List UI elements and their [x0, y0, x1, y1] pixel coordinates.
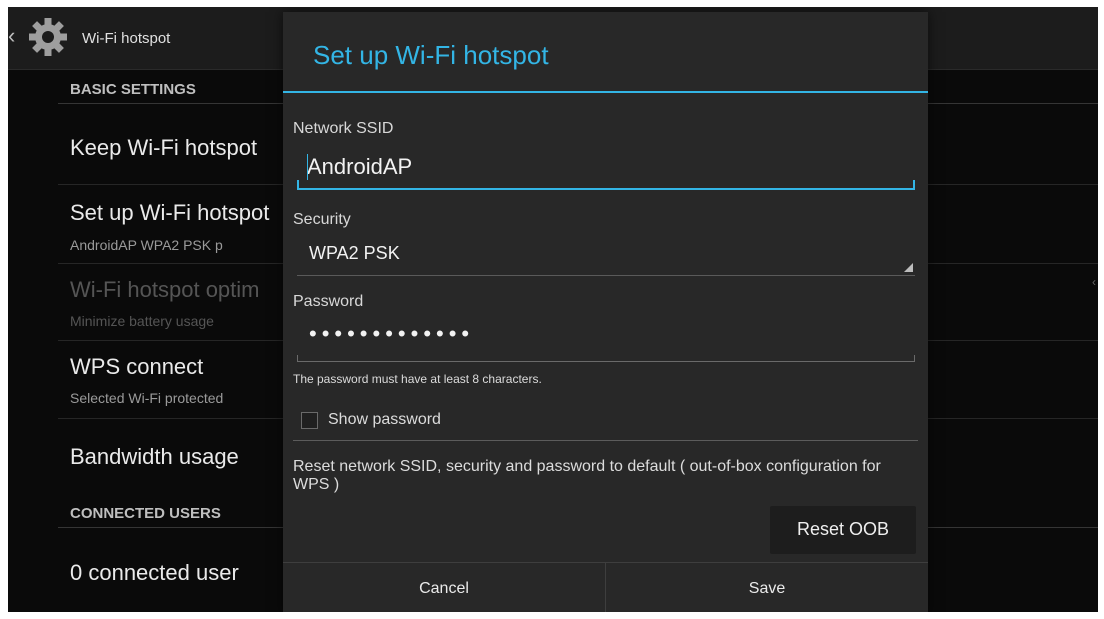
dialog-button-bar: Cancel Save: [283, 562, 928, 612]
field-corner: [914, 355, 915, 361]
cancel-label: Cancel: [419, 580, 469, 597]
field-corner: [913, 180, 915, 188]
dialog-divider: [293, 440, 918, 441]
checkbox-icon[interactable]: [301, 412, 318, 429]
password-hint: The password must have at least 8 charac…: [293, 372, 542, 386]
action-bar-title: Wi-Fi hotspot: [82, 30, 171, 47]
show-password-label: Show password: [328, 411, 441, 428]
reset-oob-button[interactable]: Reset OOB: [770, 506, 916, 554]
list-item-title: WPS connect: [70, 354, 204, 379]
ssid-value: AndroidAP: [307, 154, 413, 179]
ssid-label: Network SSID: [293, 120, 394, 137]
list-item-title: Keep Wi-Fi hotspot: [70, 135, 258, 160]
list-item-subtitle: Selected Wi-Fi protected: [70, 390, 224, 406]
field-corner: [297, 355, 298, 361]
save-label: Save: [748, 580, 786, 597]
security-dropdown[interactable]: WPA2 PSK: [297, 235, 915, 276]
ssid-input[interactable]: AndroidAP: [297, 144, 915, 190]
dropdown-caret-icon: [904, 263, 913, 272]
scroll-handle: ‹: [1092, 275, 1096, 289]
list-item-subtitle: Minimize battery usage: [70, 313, 214, 329]
list-item-subtitle: AndroidAP WPA2 PSK p: [70, 237, 223, 253]
password-input[interactable]: •••••••••••••: [297, 317, 915, 362]
reset-description: Reset network SSID, security and passwor…: [293, 458, 881, 493]
security-label: Security: [293, 211, 351, 228]
back-caret-icon[interactable]: ‹: [8, 23, 15, 49]
field-corner: [297, 180, 299, 188]
cancel-button[interactable]: Cancel: [283, 563, 606, 612]
screen: ‹ Wi-Fi hotspot BASIC SETTINGS Keep Wi-F…: [8, 7, 1098, 612]
reset-oob-label: Reset OOB: [796, 519, 890, 539]
section-header-basic: BASIC SETTINGS: [70, 81, 196, 98]
list-item-title: Wi-Fi hotspot optim: [70, 277, 260, 302]
section-header-users: CONNECTED USERS: [70, 505, 221, 522]
list-item-title: Bandwidth usage: [70, 444, 239, 469]
text-cursor: [307, 154, 308, 180]
dialog-title-divider: [283, 91, 928, 93]
gear-icon[interactable]: [26, 15, 70, 59]
password-label: Password: [293, 293, 364, 310]
list-item-title: Set up Wi-Fi hotspot: [70, 200, 270, 225]
save-button[interactable]: Save: [606, 563, 928, 612]
hotspot-setup-dialog: Set up Wi-Fi hotspot Network SSID Androi…: [283, 12, 928, 612]
list-item-title: 0 connected user: [70, 560, 239, 585]
password-value: •••••••••••••: [309, 321, 475, 346]
dialog-title: Set up Wi-Fi hotspot: [313, 40, 549, 70]
security-value: WPA2 PSK: [309, 243, 400, 263]
